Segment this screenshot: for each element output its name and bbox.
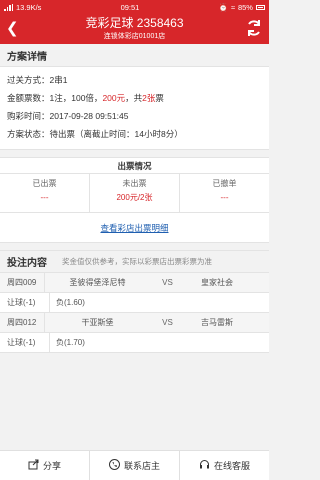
- buy-time-row: 购彩时间：2017-09-28 09:51:45: [7, 107, 262, 125]
- issued-value: ---: [40, 193, 49, 202]
- cancelled-value: ---: [220, 193, 229, 202]
- battery-icon: [255, 4, 265, 10]
- state-row: 方案状态：待出票（离截止时间：14小时8分）: [7, 125, 262, 143]
- amount-label: 金额票数：: [7, 93, 50, 103]
- amount-suffix: 票: [155, 93, 164, 103]
- ticket-status-title: 出票情况: [0, 158, 269, 174]
- issued-cell: 已出票 ---: [0, 174, 90, 212]
- state-value: 待出票（离截止时间：14小时8分）: [49, 129, 183, 139]
- scheme-detail: 过关方式：2串1 金额票数：1注，100倍，200元，共2张票 购彩时间：201…: [0, 66, 269, 150]
- away-team: 吉马雷斯: [201, 318, 233, 327]
- online-service-button[interactable]: 在线客服: [180, 451, 269, 480]
- headset-icon: [199, 459, 210, 472]
- home-team: 干亚斯堡: [81, 318, 114, 327]
- odds-value: 负(1.70): [56, 338, 85, 347]
- ticket-detail-link[interactable]: 查看彩店出票明细: [0, 213, 269, 243]
- odds-value: 负(1.60): [56, 298, 85, 307]
- match-row: 周四012 干亚斯堡 VS 吉马雷斯: [0, 313, 269, 333]
- status-bar: 13.9K/s 09:51 ⏰ ≈ 85%: [0, 0, 269, 14]
- online-service-label: 在线客服: [213, 461, 250, 471]
- network-speed: 13.9K/s: [16, 2, 42, 12]
- contact-owner-button[interactable]: 联系店主: [90, 451, 180, 480]
- pending-value: 200元/2张: [116, 193, 153, 202]
- match-number: 周四012: [0, 313, 45, 332]
- buy-time-label: 购彩时间：: [7, 111, 50, 121]
- amount-prefix: 1注，100倍，: [49, 93, 103, 103]
- share-button[interactable]: 分享: [0, 451, 90, 480]
- match-row: 周四009 圣彼得堡泽尼特 VS 皇家社会: [0, 273, 269, 293]
- amount-row: 金额票数：1注，100倍，200元，共2张票: [7, 89, 262, 107]
- home-team: 圣彼得堡泽尼特: [69, 278, 126, 287]
- play-type: 让球(-1): [0, 293, 50, 312]
- phone-icon: [108, 459, 120, 472]
- alarm-icon: ⏰: [218, 2, 228, 12]
- signal-icon: [4, 3, 13, 11]
- amount-mid: ，共: [125, 93, 143, 103]
- bottom-action-bar: 分享 联系店主 在线客服: [0, 450, 269, 480]
- issued-label: 已出票: [32, 179, 57, 188]
- bet-content-panel: 投注内容 奖金值仅供参考，实际以彩票店出票彩票为准 周四009 圣彼得堡泽尼特 …: [0, 250, 269, 353]
- play-type: 让球(-1): [0, 333, 50, 352]
- vs-label: VS: [162, 318, 173, 327]
- odds-row: 让球(-1) 负(1.70): [0, 333, 269, 353]
- wifi-icon: ≈: [230, 2, 235, 12]
- page-title: 竞彩足球 2358463: [85, 16, 184, 30]
- buy-time-value: 2017-09-28 09:51:45: [49, 111, 129, 121]
- ticket-status-panel: 出票情况 已出票 --- 未出票 200元/2张 已撤单 --- 查看彩店出票明…: [0, 157, 269, 243]
- state-label: 方案状态：: [7, 129, 50, 139]
- pending-cell: 未出票 200元/2张: [90, 174, 180, 212]
- scheme-section-title: 方案详情: [0, 44, 269, 66]
- contact-owner-label: 联系店主: [123, 461, 160, 471]
- bet-section-title: 投注内容: [7, 258, 47, 269]
- bonus-note: 奖金值仅供参考，实际以彩票店出票彩票为准: [62, 257, 212, 266]
- battery-percent: 85%: [237, 2, 253, 12]
- cancelled-cell: 已撤单 ---: [180, 174, 269, 212]
- amount-count: 2张: [142, 93, 156, 103]
- amount-price: 200元: [102, 93, 126, 103]
- pass-type-value: 2串1: [49, 75, 68, 85]
- match-number: 周四009: [0, 273, 45, 292]
- pass-type-row: 过关方式：2串1: [7, 71, 262, 89]
- refresh-icon[interactable]: [245, 18, 263, 40]
- share-icon: [28, 459, 39, 472]
- clock: 09:51: [120, 2, 140, 12]
- cancelled-label: 已撤单: [212, 179, 237, 188]
- pending-label: 未出票: [122, 179, 147, 188]
- store-name: 连锁体彩店01001店: [103, 33, 166, 40]
- app-header: ❮ 竞彩足球 2358463 连锁体彩店01001店: [0, 14, 269, 44]
- away-team: 皇家社会: [201, 278, 233, 287]
- pass-type-label: 过关方式：: [7, 75, 50, 85]
- share-label: 分享: [42, 461, 61, 471]
- vs-label: VS: [162, 278, 173, 287]
- odds-row: 让球(-1) 负(1.60): [0, 293, 269, 313]
